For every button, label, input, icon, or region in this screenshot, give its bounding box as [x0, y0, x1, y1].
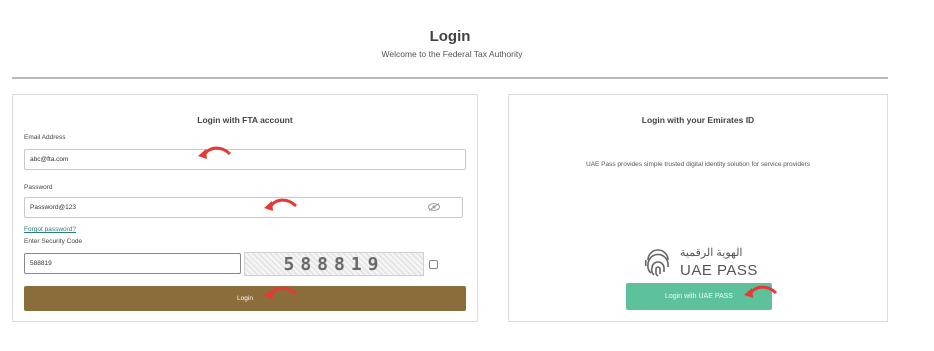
annotation-arrow-icon [264, 286, 298, 299]
login-button[interactable]: Login [24, 286, 466, 311]
uae-pass-description: UAE Pass provides simple trusted digital… [586, 161, 810, 168]
header-divider [12, 77, 888, 79]
uae-panel-heading: Login with your Emirates ID [641, 115, 755, 125]
page-title: Login [429, 28, 471, 45]
page-subtitle: Welcome to the Federal Tax Authority [381, 49, 523, 59]
email-label: Email Address [24, 134, 66, 141]
annotation-arrow-icon [744, 285, 778, 298]
header-bar [12, 16, 888, 78]
forgot-password-link[interactable]: Forgot password? [24, 226, 76, 233]
annotation-arrow-icon [198, 146, 232, 159]
captcha-image: 588819 [244, 252, 424, 276]
captcha-text: 588819 [283, 254, 385, 275]
uae-pass-logo-text: UAE PASS [680, 262, 758, 279]
uae-pass-arabic-logo: الهوية الرقمية [680, 247, 743, 259]
annotation-arrow-icon [264, 198, 298, 211]
refresh-captcha-icon[interactable] [429, 260, 438, 269]
show-password-icon[interactable] [428, 203, 440, 211]
password-field[interactable] [24, 197, 463, 218]
security-code-label: Enter Security Code [24, 238, 83, 245]
password-label: Password [24, 184, 53, 191]
security-code-field[interactable] [24, 253, 241, 274]
email-field[interactable] [24, 149, 466, 170]
fingerprint-icon [644, 249, 669, 277]
fta-panel-heading: Login with FTA account [197, 115, 293, 125]
